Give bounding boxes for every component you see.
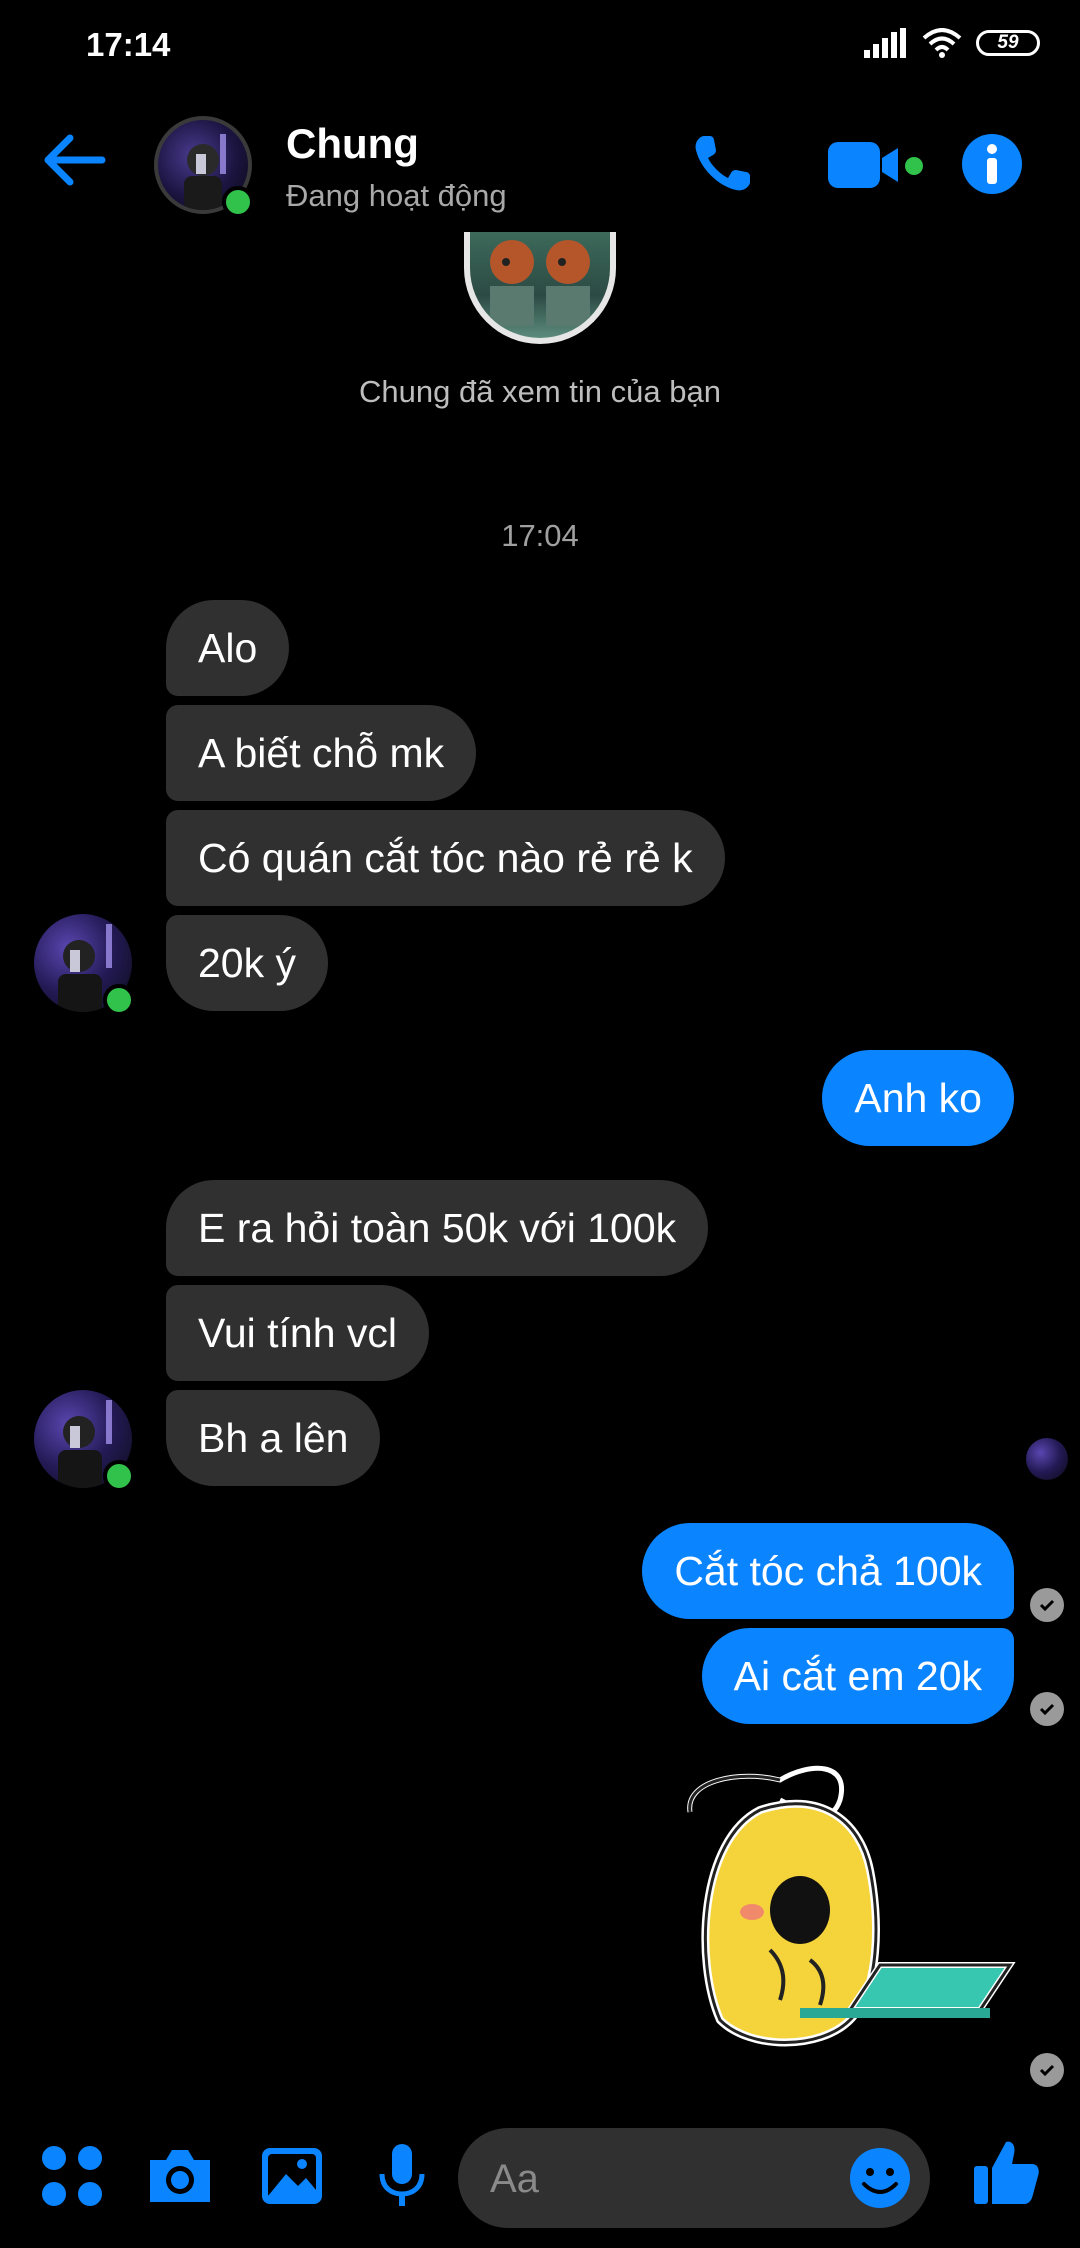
video-call-button[interactable] [826, 136, 926, 196]
status-icons: 59 [864, 28, 1040, 58]
info-icon [962, 134, 1022, 194]
online-indicator [222, 186, 254, 218]
message-bubble-outgoing[interactable]: Cắt tóc chả 100k [642, 1523, 1014, 1619]
message-bubble-incoming[interactable]: E ra hỏi toàn 50k với 100k [166, 1180, 709, 1276]
microphone-icon [379, 2144, 425, 2206]
seen-notice: Chung đã xem tin của bạn [359, 374, 721, 409]
signal-icon [864, 28, 906, 58]
phone-icon [695, 136, 750, 191]
video-camera-icon [828, 142, 923, 188]
arrow-left-icon [44, 134, 106, 186]
gallery-button[interactable] [256, 2140, 328, 2212]
sticker[interactable] [680, 1760, 1020, 2060]
online-indicator [103, 1460, 135, 1492]
read-receipt-avatar [1026, 1438, 1068, 1480]
seen-avatar [464, 232, 616, 344]
message-bubble-incoming[interactable]: Vui tính vcl [166, 1285, 430, 1381]
message-bubble-incoming[interactable]: 20k ý [166, 915, 328, 1011]
message-bubble-outgoing[interactable]: Ai cắt em 20k [701, 1628, 1014, 1724]
thumbs-up-icon [974, 2141, 1039, 2204]
battery-indicator: 59 [976, 30, 1040, 56]
message-bubble-incoming[interactable]: Có quán cắt tóc nào rẻ rẻ k [166, 810, 725, 906]
sticker-image [687, 1765, 1016, 2047]
message-timestamp: 17:04 [501, 518, 579, 553]
call-button[interactable] [690, 132, 760, 202]
more-actions-button[interactable] [36, 2140, 108, 2212]
online-indicator [103, 984, 135, 1016]
like-button[interactable] [970, 2136, 1042, 2208]
smiley-icon [850, 2148, 910, 2208]
emoji-button[interactable] [848, 2146, 912, 2210]
sent-check-icon [1030, 2053, 1064, 2087]
sent-check-icon [1030, 1588, 1064, 1622]
status-time: 17:14 [86, 26, 171, 63]
camera-icon [150, 2150, 210, 2202]
message-bubble-incoming[interactable]: A biết chỗ mk [166, 705, 477, 801]
contact-name[interactable]: Chung [286, 120, 419, 168]
sent-check-icon [1030, 1692, 1064, 1726]
wifi-icon [922, 28, 962, 58]
message-bubble-incoming[interactable]: Bh a lên [166, 1390, 381, 1486]
message-bubble-incoming[interactable]: Alo [166, 600, 290, 696]
camera-button[interactable] [144, 2140, 216, 2212]
info-button[interactable] [960, 132, 1024, 196]
message-input[interactable] [488, 2128, 792, 2230]
message-bubble-outgoing[interactable]: Anh ko [822, 1050, 1014, 1146]
voice-message-button[interactable] [366, 2140, 438, 2212]
back-button[interactable] [40, 130, 120, 200]
image-icon [262, 2148, 322, 2204]
message-composer[interactable] [458, 2128, 930, 2230]
seen-avatar-image [490, 240, 590, 326]
contact-status: Đang hoạt động [286, 178, 507, 213]
four-dots-icon [42, 2146, 102, 2206]
